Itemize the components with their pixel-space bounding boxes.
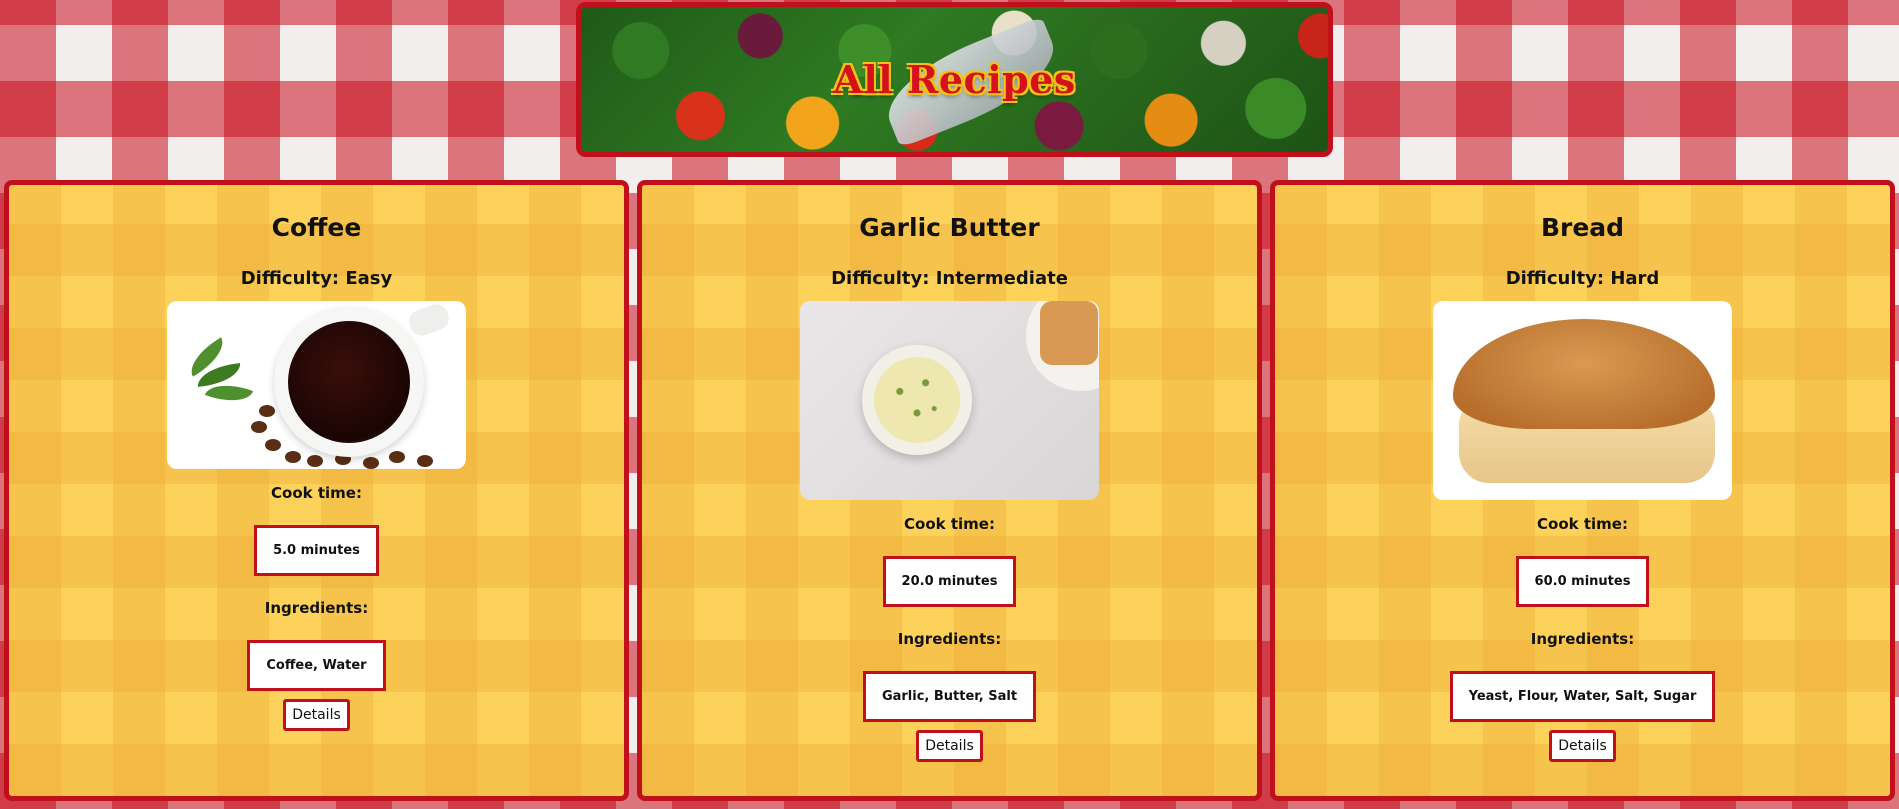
- details-button[interactable]: Details: [1549, 730, 1616, 762]
- cook-time-value: 60.0 minutes: [1515, 556, 1650, 607]
- cook-time-label: Cook time:: [1537, 515, 1628, 533]
- bread-image: [1433, 301, 1732, 500]
- garlic-butter-image: [800, 301, 1099, 500]
- coffee-image: [167, 301, 466, 469]
- ingredients-value: Garlic, Butter, Salt: [862, 671, 1037, 722]
- cook-time-value: 20.0 minutes: [882, 556, 1017, 607]
- recipe-card-garlic-butter: Garlic Butter Difficulty: Intermediate C…: [637, 180, 1262, 801]
- cook-time-label: Cook time:: [271, 484, 362, 502]
- recipe-difficulty: Difficulty: Intermediate: [831, 268, 1068, 289]
- ingredients-label: Ingredients:: [1530, 630, 1635, 648]
- cook-time-value: 5.0 minutes: [254, 525, 379, 576]
- page-title: All Recipes: [833, 57, 1076, 102]
- recipe-list: Coffee Difficulty: Easy Cook time: 5.0 m…: [4, 180, 1895, 801]
- recipe-title: Garlic Butter: [859, 213, 1040, 242]
- details-button[interactable]: Details: [916, 730, 983, 762]
- recipe-title: Bread: [1540, 213, 1625, 242]
- ingredients-label: Ingredients:: [897, 630, 1002, 648]
- details-button[interactable]: Details: [283, 699, 350, 731]
- recipe-card-bread: Bread Difficulty: Hard Cook time: 60.0 m…: [1270, 180, 1895, 801]
- recipe-title: Coffee: [271, 213, 362, 242]
- header-banner: All Recipes: [576, 2, 1333, 157]
- recipe-difficulty: Difficulty: Hard: [1505, 268, 1660, 289]
- cook-time-label: Cook time:: [904, 515, 995, 533]
- recipe-card-coffee: Coffee Difficulty: Easy Cook time: 5.0 m…: [4, 180, 629, 801]
- recipe-difficulty: Difficulty: Easy: [240, 268, 393, 289]
- ingredients-label: Ingredients:: [264, 599, 369, 617]
- ingredients-value: Coffee, Water: [247, 640, 386, 691]
- ingredients-value: Yeast, Flour, Water, Salt, Sugar: [1449, 671, 1716, 722]
